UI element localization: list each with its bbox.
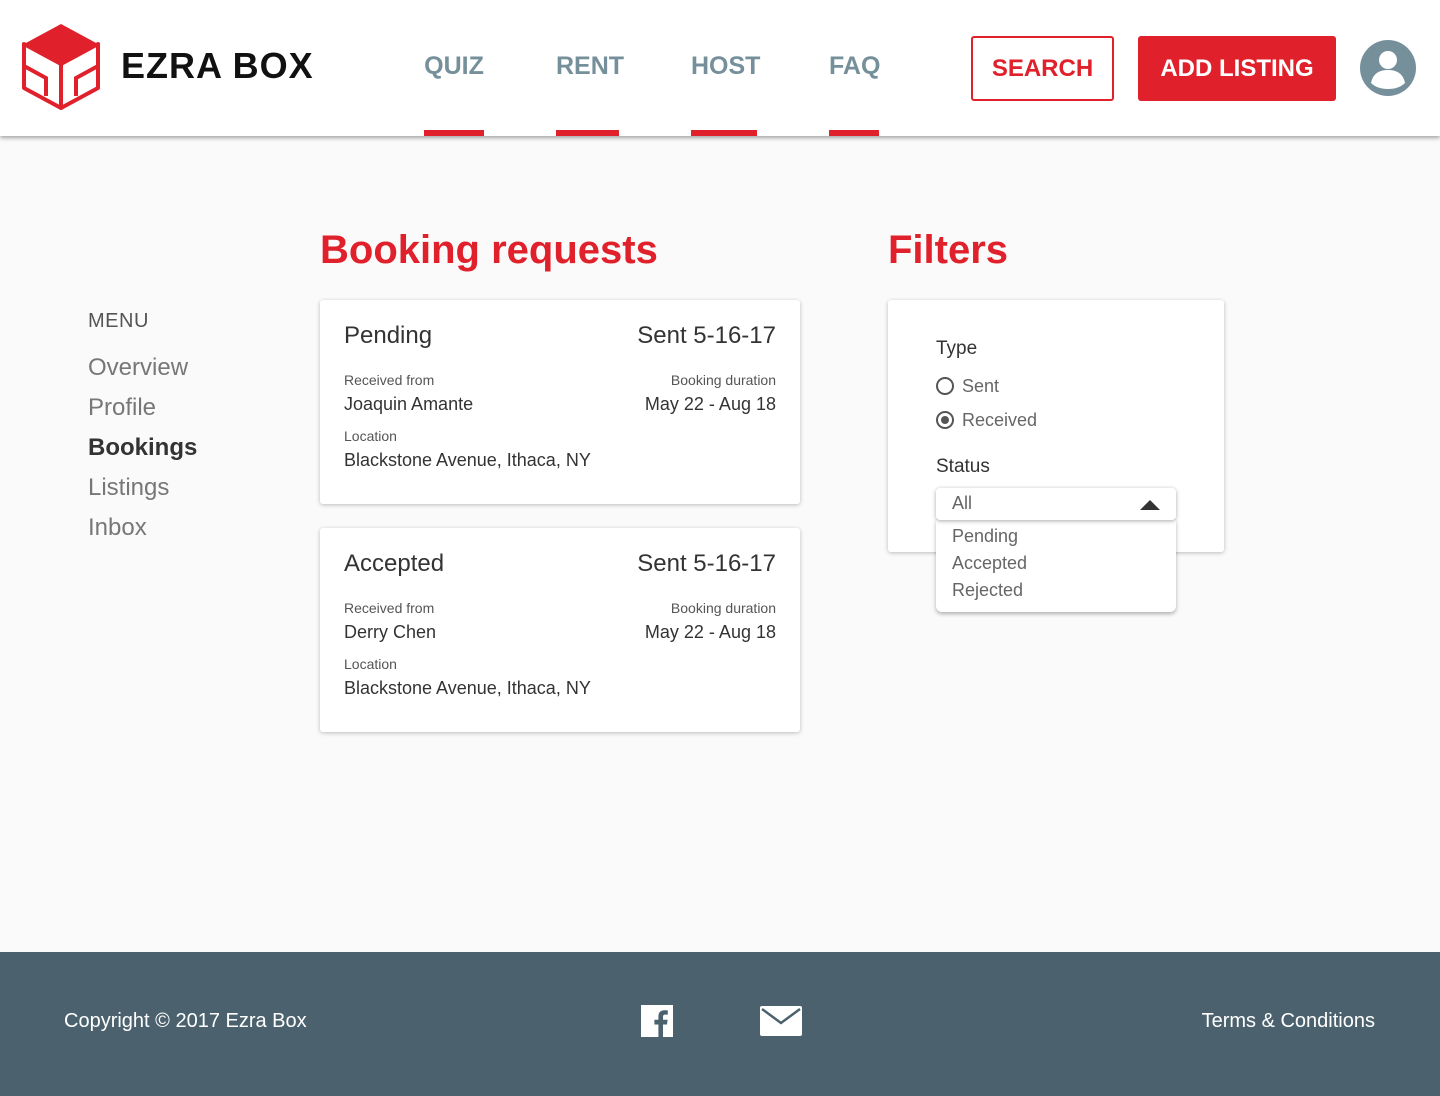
location-value: Blackstone Avenue, Ithaca, NY [344, 678, 591, 698]
radio-label: Received [962, 409, 1038, 430]
menu-title: MENU [88, 310, 149, 332]
nav-label: HOST [691, 52, 761, 80]
nav-label: QUIZ [424, 52, 484, 80]
nav-label: FAQ [829, 52, 881, 80]
menu-item-listings[interactable]: Listings [88, 474, 169, 502]
menu-item-bookings[interactable]: Bookings [88, 434, 197, 462]
status-dropdown-menu: Pending Accepted Rejected [936, 520, 1176, 612]
status-label: Status [936, 456, 990, 477]
nav-label: RENT [556, 52, 625, 80]
booking-duration-value: May 22 - Aug 18 [644, 394, 776, 414]
caret-up-icon [1140, 500, 1160, 510]
status-option-accepted[interactable]: Accepted [952, 553, 1027, 574]
type-option-received[interactable]: Received [936, 409, 1037, 431]
search-button[interactable]: SEARCH [971, 36, 1114, 101]
status-option-rejected[interactable]: Rejected [952, 580, 1023, 601]
status-select[interactable]: All [936, 488, 1176, 520]
menu-item-inbox[interactable]: Inbox [88, 514, 147, 542]
booking-card[interactable]: Pending Sent 5-16-17 Received from Joaqu… [320, 300, 800, 504]
menu-item-overview[interactable]: Overview [88, 354, 188, 382]
radio-button-checked[interactable] [936, 411, 954, 429]
radio-label: Sent [962, 375, 1000, 396]
nav-faq[interactable]: FAQ [829, 50, 881, 136]
facebook-icon[interactable] [641, 1005, 673, 1037]
nav-underline [691, 130, 757, 136]
status-option-pending[interactable]: Pending [952, 526, 1018, 547]
user-avatar-icon[interactable] [1360, 40, 1416, 96]
booking-duration-label: Booking duration [670, 372, 776, 388]
nav-rent[interactable]: RENT [556, 50, 624, 136]
footer: Copyright © 2017 Ezra Box Terms & Condit… [0, 952, 1440, 1096]
received-from-value: Joaquin Amante [344, 394, 474, 414]
copyright-text: Copyright © 2017 Ezra Box [64, 1010, 307, 1032]
brand-name[interactable]: EZRA BOX [121, 46, 314, 86]
add-listing-button[interactable]: ADD LISTING [1138, 36, 1336, 101]
booking-sent-date: Sent 5-16-17 [637, 550, 776, 577]
filters-title: Filters [888, 228, 1009, 272]
booking-requests-title: Booking requests [320, 228, 658, 272]
nav-quiz[interactable]: QUIZ [424, 50, 484, 136]
booking-duration-value: May 22 - Aug 18 [644, 622, 776, 642]
location-label: Location [344, 428, 397, 444]
received-from-label: Received from [344, 600, 435, 616]
terms-link[interactable]: Terms & Conditions [1202, 1010, 1375, 1033]
type-option-sent[interactable]: Sent [936, 375, 999, 397]
nav-underline [829, 130, 879, 136]
top-header: EZRA BOX QUIZ RENT HOST FAQ SEARCH ADD L… [0, 0, 1440, 136]
nav-host[interactable]: HOST [691, 50, 761, 136]
box-logo-icon[interactable] [22, 22, 100, 110]
booking-sent-date: Sent 5-16-17 [637, 322, 776, 349]
booking-card[interactable]: Accepted Sent 5-16-17 Received from Derr… [320, 528, 800, 732]
nav-underline [556, 130, 619, 136]
radio-button[interactable] [936, 377, 954, 395]
status-selected-value: All [952, 493, 973, 513]
location-value: Blackstone Avenue, Ithaca, NY [344, 450, 591, 470]
type-label: Type [936, 338, 978, 359]
booking-status: Pending [344, 322, 433, 349]
mail-icon[interactable] [760, 1006, 802, 1036]
booking-status: Accepted [344, 550, 445, 577]
menu-item-profile[interactable]: Profile [88, 394, 156, 422]
booking-duration-label: Booking duration [670, 600, 776, 616]
received-from-value: Derry Chen [344, 622, 437, 642]
location-label: Location [344, 656, 397, 672]
nav-underline [424, 130, 484, 136]
received-from-label: Received from [344, 372, 435, 388]
